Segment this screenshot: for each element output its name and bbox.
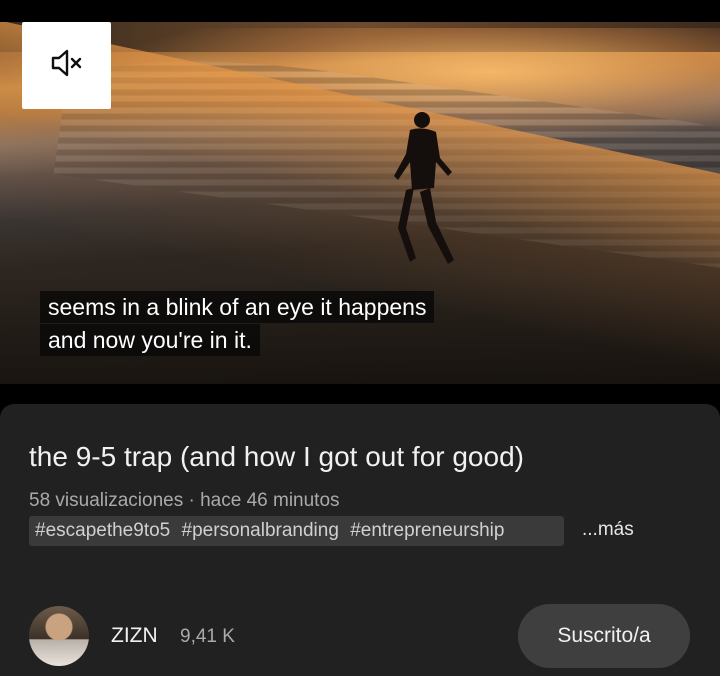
subscribe-button[interactable]: Suscrito/a xyxy=(518,604,690,668)
volume-muted-icon xyxy=(50,48,84,83)
video-player[interactable]: seems in a blink of an eye it happens an… xyxy=(0,22,720,384)
video-title[interactable]: the 9-5 trap (and how I got out for good… xyxy=(29,441,524,473)
video-meta: 58 visualizaciones · hace 46 minutos xyxy=(29,490,340,512)
hashtag[interactable]: #entrepreneurship xyxy=(350,520,504,541)
mute-button[interactable] xyxy=(22,22,111,109)
hashtag-list: #escapethe9to5 #personalbranding #entrep… xyxy=(29,516,564,546)
subscribe-label: Suscrito/a xyxy=(557,624,651,647)
video-info-panel: the 9-5 trap (and how I got out for good… xyxy=(0,404,720,676)
more-button[interactable]: ...más xyxy=(582,519,634,541)
channel-name[interactable]: ZIZN xyxy=(111,624,158,648)
captions: seems in a blink of an eye it happens an… xyxy=(40,291,435,357)
caption-line: and now you're in it. xyxy=(40,324,260,356)
subscriber-count: 9,41 K xyxy=(180,626,235,647)
hashtag[interactable]: #escapethe9to5 xyxy=(35,520,170,541)
runner-silhouette xyxy=(392,110,462,270)
caption-line: seems in a blink of an eye it happens xyxy=(40,291,435,323)
view-count: 58 visualizaciones xyxy=(29,490,184,511)
meta-separator: · xyxy=(188,490,195,511)
channel-avatar[interactable] xyxy=(29,606,89,666)
hashtag[interactable]: #personalbranding xyxy=(182,520,339,541)
upload-age: hace 46 minutos xyxy=(200,490,340,511)
